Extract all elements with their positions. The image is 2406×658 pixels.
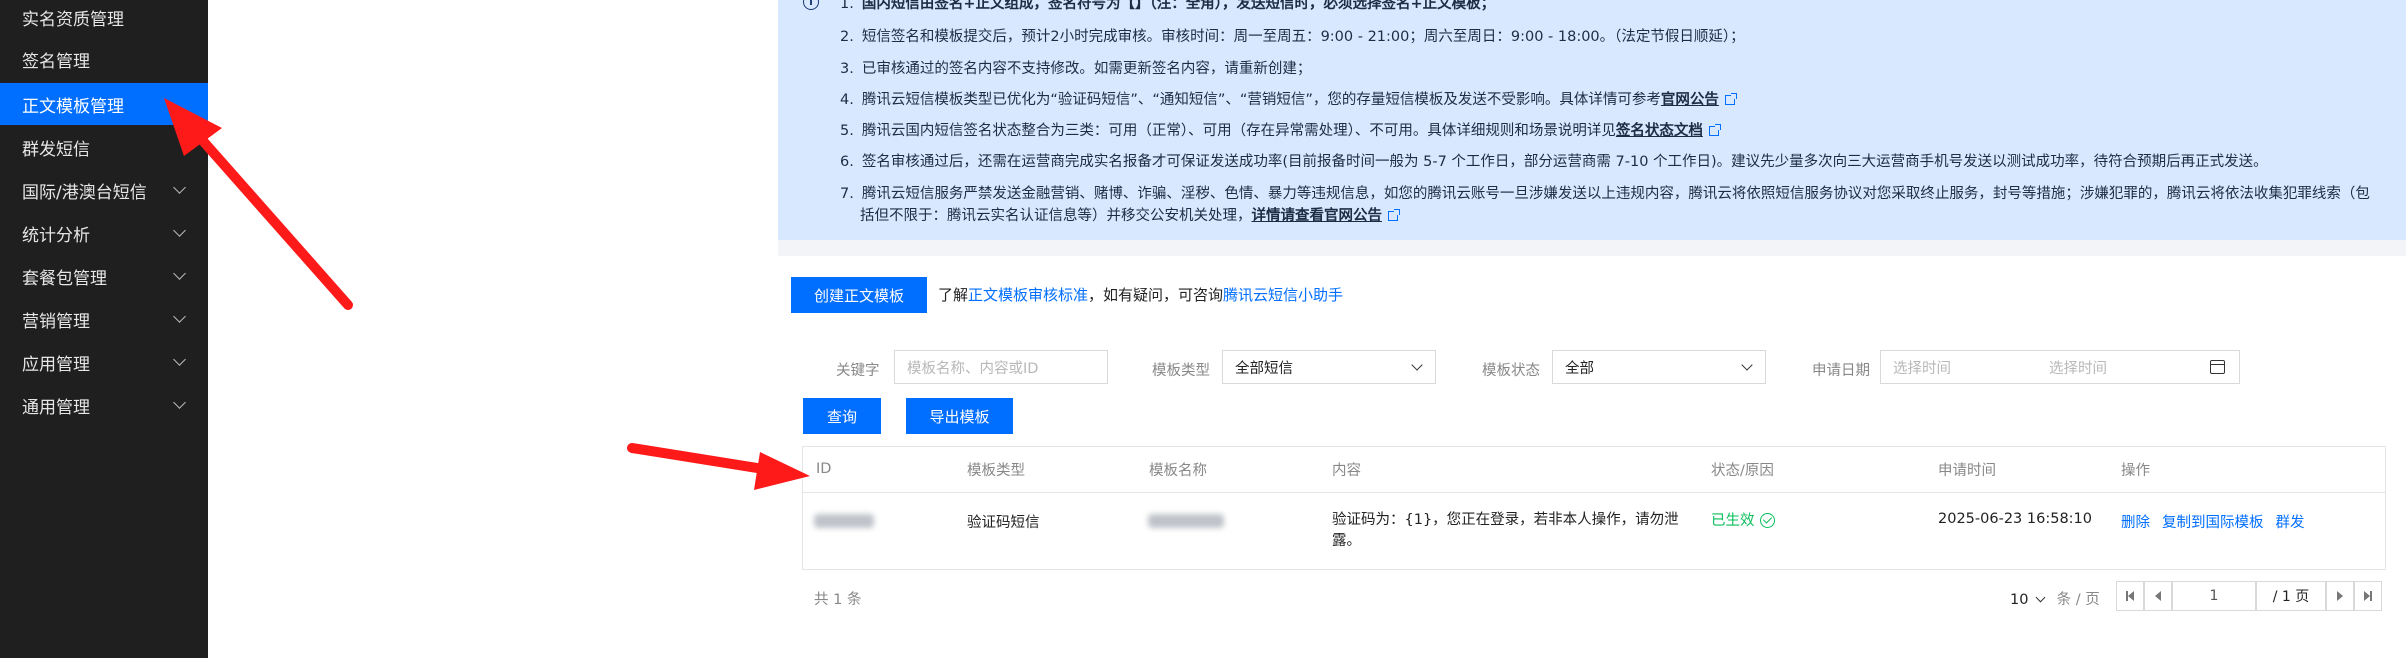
page-size-select[interactable]: 10 条 / 页 bbox=[2010, 588, 2100, 609]
last-page-button[interactable] bbox=[2354, 581, 2382, 611]
calendar-icon bbox=[2210, 360, 2225, 374]
sidebar-item-general[interactable]: 通用管理 bbox=[0, 384, 208, 426]
notice-line-6: 6. 签名审核通过后，还需在运营商完成实名报备才可保证发送成功率(目前报备时间一般… bbox=[840, 154, 2268, 170]
prev-page-icon bbox=[2155, 591, 2161, 601]
sms-assistant-link[interactable]: 腾讯云短信小助手 bbox=[1223, 286, 1343, 304]
chevron-down-icon bbox=[173, 181, 186, 194]
column-header-content: 内容 bbox=[1332, 462, 1361, 479]
notice-line-3: 3. 已审核通过的签名内容不支持修改。如需更新签名内容，请重新创建； bbox=[840, 61, 1312, 77]
create-template-button[interactable]: 创建正文模板 bbox=[791, 277, 927, 313]
sidebar-item-marketing[interactable]: 营销管理 bbox=[0, 298, 208, 340]
notice-line-7: 7. 腾讯云短信服务严禁发送金融营销、赌博、诈骗、淫秽、色情、暴力等违规信息，如您… bbox=[840, 186, 2370, 202]
prev-page-button[interactable] bbox=[2144, 581, 2172, 611]
chevron-down-icon bbox=[1741, 359, 1753, 371]
divider bbox=[802, 492, 2386, 493]
chevron-down-icon bbox=[1411, 359, 1423, 371]
date-range-picker[interactable]: 选择时间 选择时间 bbox=[1880, 350, 2240, 384]
template-type-select[interactable]: 全部短信 bbox=[1222, 350, 1436, 384]
column-header-status: 状态/原因 bbox=[1711, 462, 1774, 479]
sidebar-item-template[interactable]: 正文模板管理 bbox=[0, 83, 208, 125]
template-type-label: 模板类型 bbox=[1152, 363, 1210, 379]
sidebar-item-label: 通用管理 bbox=[22, 397, 90, 418]
chevron-down-icon bbox=[173, 267, 186, 280]
cell-type: 验证码短信 bbox=[967, 515, 1040, 531]
help-hint: 了解正文模板审核标准，如有疑问，可咨询腾讯云短信小助手 bbox=[938, 286, 1344, 304]
sidebar-item-label: 营销管理 bbox=[22, 311, 90, 332]
sidebar-item-label: 统计分析 bbox=[22, 225, 90, 246]
sidebar-item-label: 应用管理 bbox=[22, 354, 90, 375]
sidebar-item-signature[interactable]: 签名管理 bbox=[0, 38, 208, 80]
notice-line-7-cont: 括但不限于：腾讯云实名认证信息等）并移交公安机关处理，详情请查看官网公告 bbox=[860, 204, 1400, 225]
sidebar-item-application[interactable]: 应用管理 bbox=[0, 341, 208, 383]
announcement-details-link[interactable]: 详情请查看官网公告 bbox=[1252, 208, 1383, 224]
column-header-type: 模板类型 bbox=[967, 462, 1025, 479]
external-link-icon bbox=[1388, 209, 1400, 221]
official-announcement-link[interactable]: 官网公告 bbox=[1661, 92, 1719, 108]
sidebar-item-label: 签名管理 bbox=[22, 51, 90, 72]
notice-line-1: 1. 国内短信由签名+正文组成，签名符号为【】（注：全角），发送短信时，必须选择签… bbox=[840, 0, 1496, 12]
review-standard-link[interactable]: 正文模板审核标准 bbox=[968, 286, 1088, 304]
copy-to-international-link[interactable]: 复制到国际模板 bbox=[2162, 515, 2264, 531]
sidebar: 实名资质管理 签名管理 正文模板管理 群发短信 国际/港澳台短信 统计分析 套餐… bbox=[0, 0, 208, 658]
cell-time: 2025-06-23 16:58:10 bbox=[1938, 511, 2092, 527]
status-badge: 已生效 bbox=[1711, 509, 1775, 530]
sidebar-item-label: 群发短信 bbox=[22, 139, 90, 160]
keyword-label: 关键字 bbox=[836, 363, 880, 379]
delete-link[interactable]: 删除 bbox=[2121, 515, 2150, 531]
total-count: 共 1 条 bbox=[814, 592, 862, 608]
first-page-button[interactable] bbox=[2116, 581, 2144, 611]
chevron-down-icon bbox=[173, 310, 186, 323]
sidebar-item-label: 国际/港澳台短信 bbox=[22, 182, 147, 203]
sidebar-item-bulk-sms[interactable]: 群发短信 bbox=[0, 126, 208, 168]
bulk-send-link[interactable]: 群发 bbox=[2276, 515, 2305, 531]
template-status-select[interactable]: 全部 bbox=[1552, 350, 1766, 384]
cell-content-cont: 露。 bbox=[1332, 533, 1361, 549]
page-number-input[interactable]: 1 bbox=[2172, 581, 2256, 611]
sidebar-item-real-name-qualification[interactable]: 实名资质管理 bbox=[0, 0, 208, 38]
sidebar-item-package[interactable]: 套餐包管理 bbox=[0, 255, 208, 297]
chevron-down-icon bbox=[2035, 592, 2046, 603]
sidebar-item-label: 正文模板管理 bbox=[22, 96, 124, 117]
external-link-icon bbox=[1708, 124, 1721, 136]
redacted-name bbox=[1148, 514, 1224, 528]
next-page-icon bbox=[2337, 591, 2343, 601]
signature-status-doc-link[interactable]: 签名状态文档 bbox=[1616, 123, 1703, 139]
apply-date-label: 申请日期 bbox=[1812, 363, 1870, 379]
chevron-down-icon bbox=[173, 353, 186, 366]
column-header-id: ID bbox=[816, 461, 832, 477]
query-button[interactable]: 查询 bbox=[803, 398, 881, 434]
notice-line-5: 5. 腾讯云国内短信签名状态整合为三类：可用（正常）、可用（存在异常需处理）、不可… bbox=[840, 119, 1721, 140]
column-header-name: 模板名称 bbox=[1149, 462, 1207, 479]
sidebar-item-statistics[interactable]: 统计分析 bbox=[0, 212, 208, 254]
export-template-button[interactable]: 导出模板 bbox=[906, 398, 1013, 434]
notice-line-4: 4. 腾讯云短信模板类型已优化为“验证码短信”、“通知短信”、“营销短信”，您的存… bbox=[840, 88, 1737, 109]
keyword-input[interactable]: 模板名称、内容或ID bbox=[894, 350, 1108, 384]
chevron-down-icon bbox=[173, 224, 186, 237]
sidebar-item-international[interactable]: 国际/港澳台短信 bbox=[0, 169, 208, 211]
redacted-id bbox=[814, 514, 874, 528]
sidebar-item-label: 实名资质管理 bbox=[22, 9, 124, 30]
notice-line-2: 2. 短信签名和模板提交后，预计2小时完成审核。审核时间：周一至周五：9:00 -… bbox=[840, 29, 1745, 45]
cell-actions: 删除 复制到国际模板 群发 bbox=[2121, 511, 2317, 532]
column-header-actions: 操作 bbox=[2121, 462, 2150, 479]
total-pages: / 1 页 bbox=[2256, 581, 2326, 611]
cell-content: 验证码为：{1}，您正在登录，若非本人操作，请勿泄 bbox=[1332, 512, 1679, 528]
check-circle-icon bbox=[1759, 513, 1775, 528]
external-link-icon bbox=[1724, 93, 1737, 105]
next-page-button[interactable] bbox=[2326, 581, 2354, 611]
template-status-label: 模板状态 bbox=[1482, 363, 1540, 379]
blank-area bbox=[208, 0, 778, 658]
sidebar-item-label: 套餐包管理 bbox=[22, 268, 107, 289]
column-header-time: 申请时间 bbox=[1938, 462, 1996, 479]
chevron-down-icon bbox=[173, 396, 186, 409]
